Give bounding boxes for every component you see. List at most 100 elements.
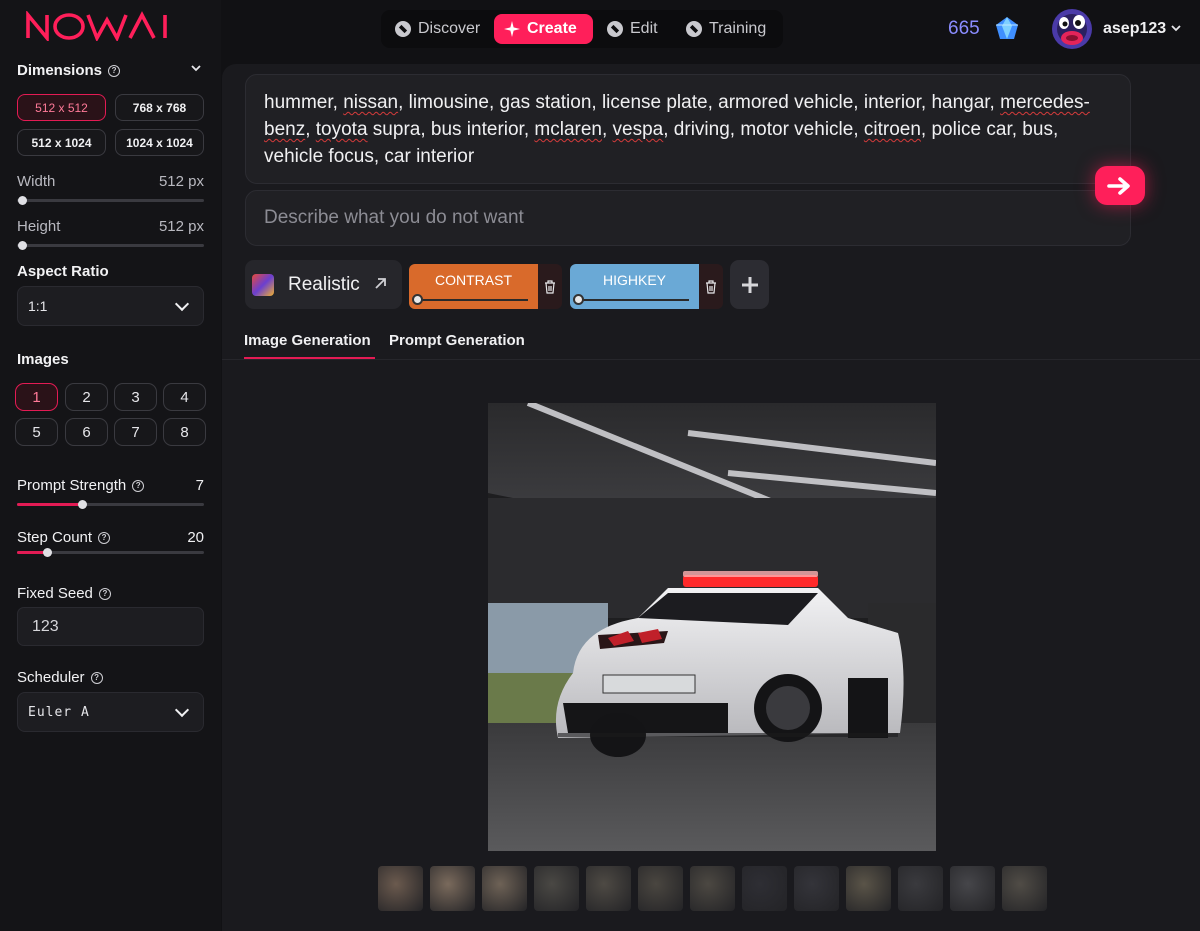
images-option-8[interactable]: 8 xyxy=(163,418,206,446)
nav-discover[interactable]: Discover xyxy=(385,14,490,44)
lora-contrast-delete-button[interactable] xyxy=(538,264,562,309)
fixed-seed-label: Fixed Seed? xyxy=(17,585,111,602)
lora-contrast-label: CONTRAST xyxy=(435,272,512,288)
help-icon[interactable]: ? xyxy=(108,64,121,77)
prompt-strength-label: Prompt Strength? xyxy=(17,477,145,494)
chevron-down-icon[interactable] xyxy=(1170,23,1182,33)
sidebar: Dimensions? 512 x 512 768 x 768 512 x 10… xyxy=(0,0,221,931)
trash-icon xyxy=(545,279,555,294)
nav-training[interactable]: Training xyxy=(676,14,776,44)
slider-handle[interactable] xyxy=(78,500,88,509)
prompt-word-misspelled: vespa xyxy=(612,119,664,140)
help-icon[interactable]: ? xyxy=(90,671,103,684)
negative-prompt-placeholder: Describe what you do not want xyxy=(264,207,524,228)
history-thumbnail[interactable] xyxy=(794,866,839,911)
images-option-3[interactable]: 3 xyxy=(114,383,157,411)
images-option-6[interactable]: 6 xyxy=(65,418,108,446)
dimension-option-512x512[interactable]: 512 x 512 xyxy=(17,94,106,121)
history-thumbnail[interactable] xyxy=(430,866,475,911)
main-nav: Discover Create Edit Training xyxy=(381,10,783,48)
dimension-option-512x1024[interactable]: 512 x 1024 xyxy=(17,129,106,156)
style-selector[interactable]: Realistic xyxy=(245,260,402,309)
history-thumbnail[interactable] xyxy=(950,866,995,911)
nav-edit[interactable]: Edit xyxy=(597,14,668,44)
help-icon[interactable]: ? xyxy=(98,587,111,600)
lora-highkey-delete-button[interactable] xyxy=(699,264,723,309)
style-name: Realistic xyxy=(288,273,360,295)
help-icon[interactable]: ? xyxy=(98,531,111,544)
history-thumbnail[interactable] xyxy=(482,866,527,911)
scheduler-label: Scheduler? xyxy=(17,669,103,686)
slider-handle[interactable] xyxy=(412,294,423,305)
tab-image-generation[interactable]: Image Generation xyxy=(244,332,371,349)
aspect-ratio-label: Aspect Ratio xyxy=(17,263,109,280)
slider-handle[interactable] xyxy=(18,196,27,205)
slider-handle[interactable] xyxy=(42,548,52,557)
images-label: Images xyxy=(17,351,69,368)
help-icon[interactable]: ? xyxy=(132,479,145,492)
compass-icon xyxy=(686,21,702,37)
prompt-text: supra, bus interior, xyxy=(367,119,535,140)
chevron-down-icon xyxy=(174,296,190,311)
images-option-2[interactable]: 2 xyxy=(65,383,108,411)
images-option-1[interactable]: 1 xyxy=(15,383,58,411)
generate-button[interactable] xyxy=(1095,166,1145,205)
tab-divider xyxy=(222,359,1200,360)
width-label: Width xyxy=(17,173,56,190)
images-option-7[interactable]: 7 xyxy=(114,418,157,446)
height-slider[interactable] xyxy=(17,241,204,250)
prompt-word-misspelled: mclaren xyxy=(534,119,602,140)
slider-fill xyxy=(17,503,83,506)
images-option-5[interactable]: 5 xyxy=(15,418,58,446)
images-option-4[interactable]: 4 xyxy=(163,383,206,411)
history-thumbnail[interactable] xyxy=(378,866,423,911)
history-thumbnail[interactable] xyxy=(742,866,787,911)
lora-contrast-body[interactable]: CONTRAST xyxy=(409,264,538,309)
slider-handle[interactable] xyxy=(573,294,584,305)
dimensions-label: Dimensions? xyxy=(17,62,121,79)
height-label: Height xyxy=(17,218,61,235)
plus-icon xyxy=(741,276,758,293)
step-count-value: 20 xyxy=(187,529,204,546)
prompt-text: , xyxy=(601,119,613,140)
nav-create[interactable]: Create xyxy=(494,14,593,44)
history-thumbnail[interactable] xyxy=(846,866,891,911)
lora-highkey-slider[interactable] xyxy=(578,299,689,301)
lora-highkey[interactable]: HIGHKEY xyxy=(570,264,723,309)
tab-prompt-generation[interactable]: Prompt Generation xyxy=(389,332,525,349)
active-tab-indicator xyxy=(244,357,375,359)
lora-contrast-slider[interactable] xyxy=(417,299,528,301)
dimension-option-768x768[interactable]: 768 x 768 xyxy=(115,94,204,121)
aspect-ratio-select[interactable]: 1:1 xyxy=(17,286,204,326)
slider-handle[interactable] xyxy=(18,241,27,250)
generated-image[interactable] xyxy=(488,403,936,851)
prompt-text: hummer, xyxy=(264,92,344,113)
prompt-input[interactable]: hummer, nissan, limousine, gas station, … xyxy=(245,74,1131,184)
fixed-seed-input[interactable] xyxy=(17,607,204,646)
gem-icon xyxy=(996,17,1018,39)
compass-icon xyxy=(395,21,411,37)
history-thumbnail[interactable] xyxy=(586,866,631,911)
lora-contrast[interactable]: CONTRAST xyxy=(409,264,562,309)
step-count-slider[interactable] xyxy=(17,548,204,557)
history-thumbnail[interactable] xyxy=(638,866,683,911)
add-lora-button[interactable] xyxy=(730,260,769,309)
dimension-option-1024x1024[interactable]: 1024 x 1024 xyxy=(115,129,204,156)
style-thumbnail xyxy=(252,273,274,296)
sparkle-icon xyxy=(504,21,520,37)
lora-highkey-body[interactable]: HIGHKEY xyxy=(570,264,699,309)
width-slider[interactable] xyxy=(17,196,204,205)
history-thumbnail[interactable] xyxy=(534,866,579,911)
chevron-down-icon[interactable] xyxy=(190,63,202,73)
username[interactable]: asep123 xyxy=(1103,20,1166,38)
prompt-strength-value: 7 xyxy=(195,477,204,494)
history-thumbnail[interactable] xyxy=(898,866,943,911)
scheduler-select[interactable]: Euler A xyxy=(17,692,204,732)
nowai-logo[interactable] xyxy=(25,11,190,41)
history-thumbnail[interactable] xyxy=(1002,866,1047,911)
history-thumbnail[interactable] xyxy=(690,866,735,911)
credits-count: 665 xyxy=(948,18,980,39)
prompt-strength-slider[interactable] xyxy=(17,500,204,509)
avatar[interactable] xyxy=(1052,9,1092,49)
negative-prompt-input[interactable]: Describe what you do not want xyxy=(245,190,1131,246)
